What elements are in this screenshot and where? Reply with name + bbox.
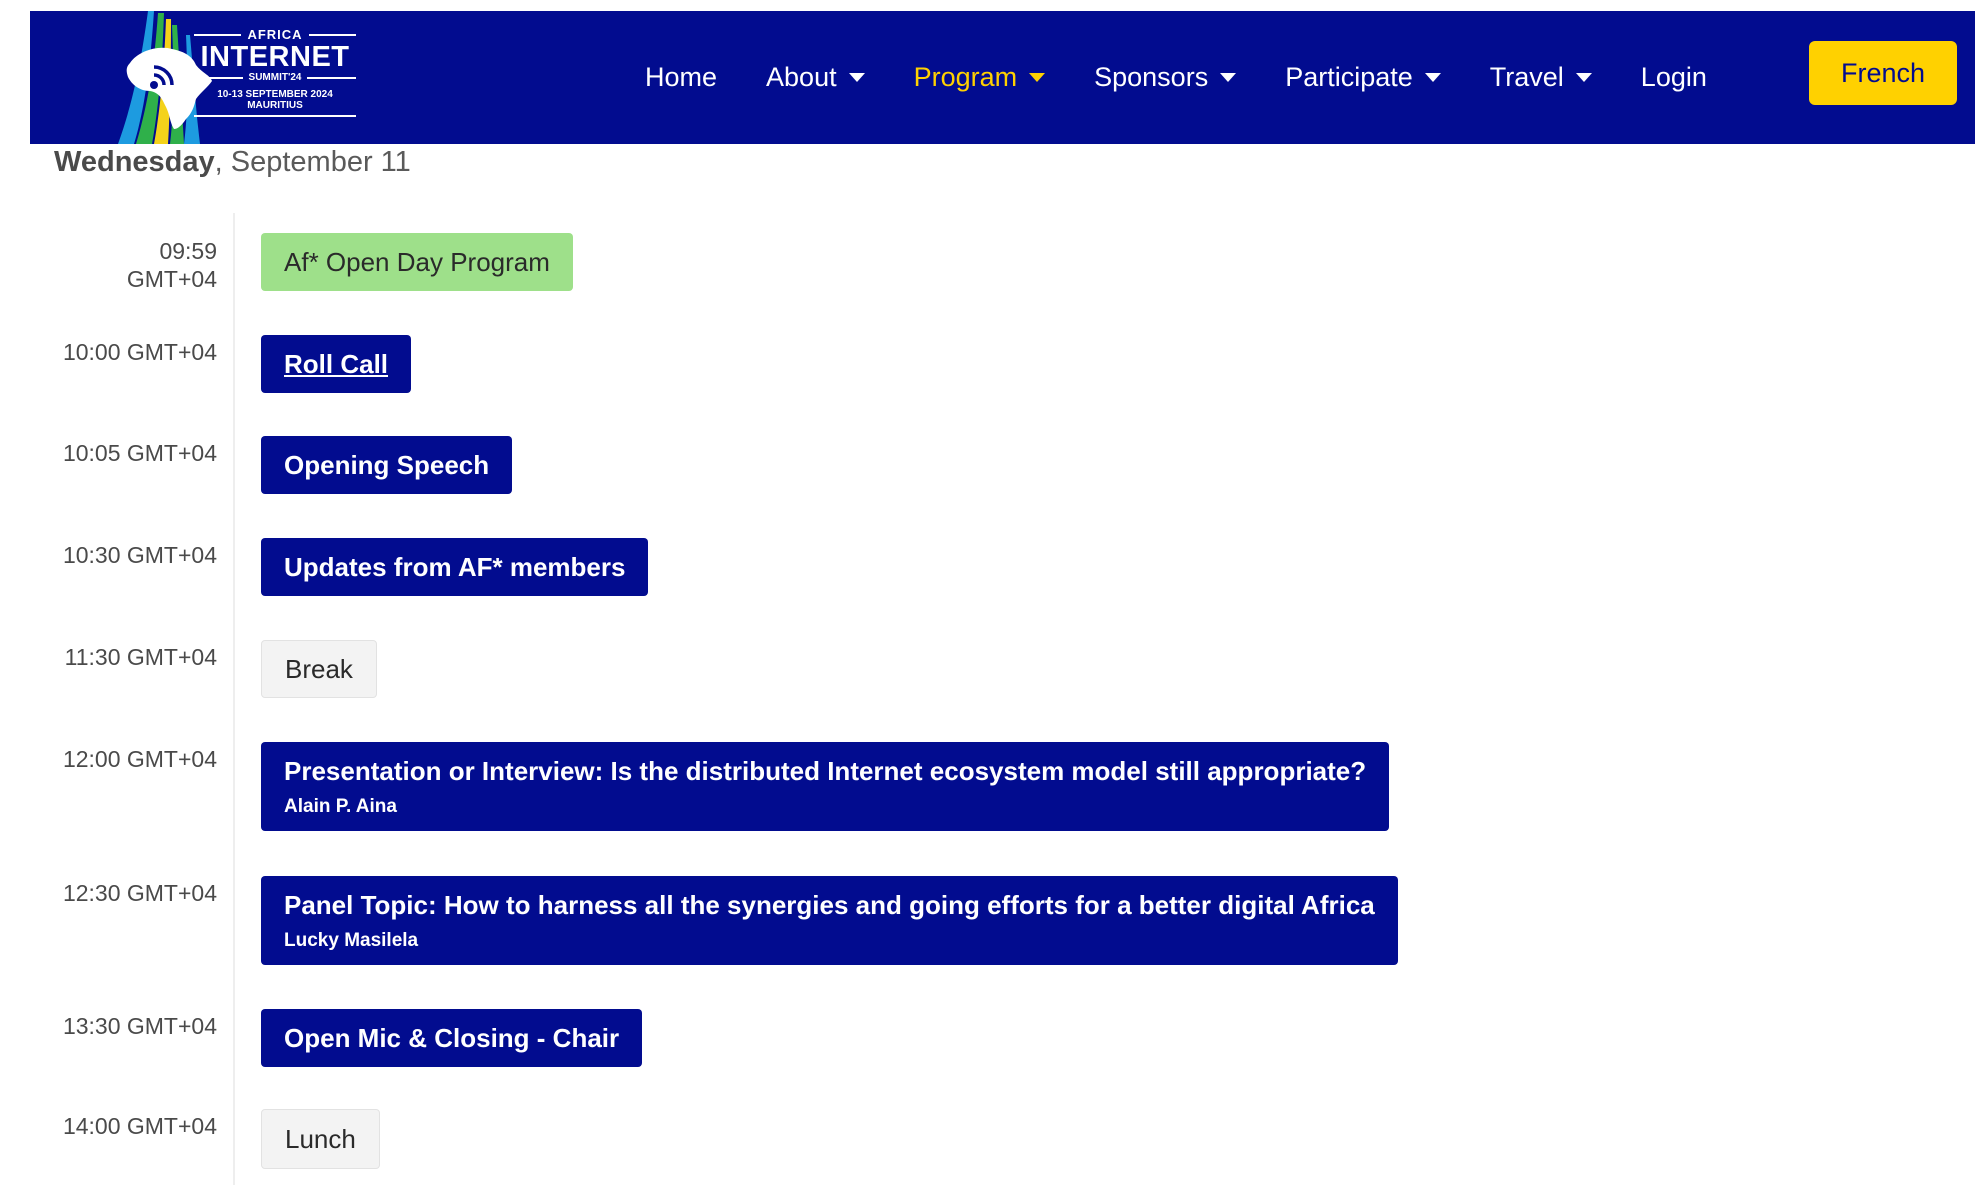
nav-about[interactable]: About <box>766 62 865 93</box>
logo-summit-text: SUMMIT'24 <box>248 72 302 83</box>
top-navbar: AFRICA INTERNET SUMMIT'24 10-13 SEPTEMBE… <box>30 11 1975 144</box>
caret-down-icon <box>1575 73 1592 82</box>
session-time-line2: GMT+04 <box>126 266 217 292</box>
nav-participate-label: Participate <box>1285 62 1413 92</box>
nav-about-label: About <box>766 62 837 92</box>
nav-login-label: Login <box>1640 62 1707 92</box>
main-nav: Home About Program Sponsors Participate … <box>645 11 1756 144</box>
caret-down-icon <box>1424 73 1441 82</box>
session-block[interactable]: Opening Speech <box>261 436 513 494</box>
day-weekday: Wednesday <box>54 146 215 178</box>
session-time: 13:30 GMT+04 <box>62 1013 217 1039</box>
session-block[interactable]: Panel Topic: How to harness all the syne… <box>261 876 1398 965</box>
session-block[interactable]: Presentation or Interview: Is the distri… <box>261 742 1390 831</box>
logo-dates-text: 10-13 SEPTEMBER 2024 <box>217 89 333 100</box>
logo-place-text: MAURITIUS <box>194 100 356 117</box>
session-title: Panel Topic: How to harness all the syne… <box>284 889 1375 920</box>
nav-participate[interactable]: Participate <box>1285 62 1441 93</box>
logo-wordmark: AFRICA INTERNET SUMMIT'24 10-13 SEPTEMBE… <box>194 27 357 117</box>
session-title: Lunch <box>285 1123 356 1154</box>
nav-travel-label: Travel <box>1489 62 1564 92</box>
session-block[interactable]: Lunch <box>261 1109 380 1169</box>
session-title: Presentation or Interview: Is the distri… <box>284 755 1367 786</box>
day-date: September 11 <box>222 146 411 178</box>
logo-internet-text: INTERNET <box>200 41 350 73</box>
language-switch-button[interactable]: French <box>1809 41 1957 105</box>
session-title: Break <box>285 653 353 684</box>
session-time: 14:00 GMT+04 <box>62 1113 217 1139</box>
nav-login[interactable]: Login <box>1641 62 1707 93</box>
session-time: 10:30 GMT+04 <box>62 542 217 568</box>
session-time: 10:05 GMT+04 <box>62 440 217 466</box>
session-block[interactable]: Af* Open Day Program <box>261 233 573 291</box>
session-speaker: Alain P. Aina <box>284 795 397 817</box>
nav-program[interactable]: Program <box>914 62 1046 93</box>
nav-sponsors-label: Sponsors <box>1094 62 1209 92</box>
session-block[interactable]: Break <box>261 640 377 698</box>
session-block[interactable]: Updates from AF* members <box>261 538 649 596</box>
session-block[interactable]: Open Mic & Closing - Chair <box>261 1009 643 1067</box>
session-time: 12:30 GMT+04 <box>62 880 217 906</box>
nav-home[interactable]: Home <box>645 62 717 93</box>
day-heading: Wednesday, September 11 <box>54 146 411 179</box>
session-time-line1: 09:59 <box>159 238 217 264</box>
day-separator: , <box>214 146 223 178</box>
session-time: 12:00 GMT+04 <box>62 746 217 772</box>
caret-down-icon <box>848 73 865 82</box>
nav-travel[interactable]: Travel <box>1490 62 1592 93</box>
session-title: Open Mic & Closing - Chair <box>284 1022 620 1053</box>
session-title: Updates from AF* members <box>284 551 626 582</box>
caret-down-icon <box>1220 73 1237 82</box>
session-time: 10:00 GMT+04 <box>62 339 217 365</box>
logo-africa-text: AFRICA <box>247 27 303 42</box>
session-title: Opening Speech <box>284 449 490 480</box>
session-title-link[interactable]: Roll Call <box>284 349 388 380</box>
session-block[interactable]: Roll Call <box>261 335 412 393</box>
nav-sponsors[interactable]: Sponsors <box>1094 62 1237 93</box>
session-time: 11:30 GMT+04 <box>64 644 217 670</box>
nav-program-label: Program <box>913 62 1018 92</box>
session-speaker: Lucky Masilela <box>284 929 419 951</box>
timeline-divider <box>233 213 235 1185</box>
caret-down-icon <box>1029 73 1046 82</box>
nav-home-label: Home <box>645 62 718 92</box>
session-time: 09:59 GMT+04 <box>20 237 217 293</box>
africa-internet-summit-logo[interactable]: AFRICA INTERNET SUMMIT'24 10-13 SEPTEMBE… <box>100 11 400 144</box>
session-title: Af* Open Day Program <box>284 246 550 277</box>
